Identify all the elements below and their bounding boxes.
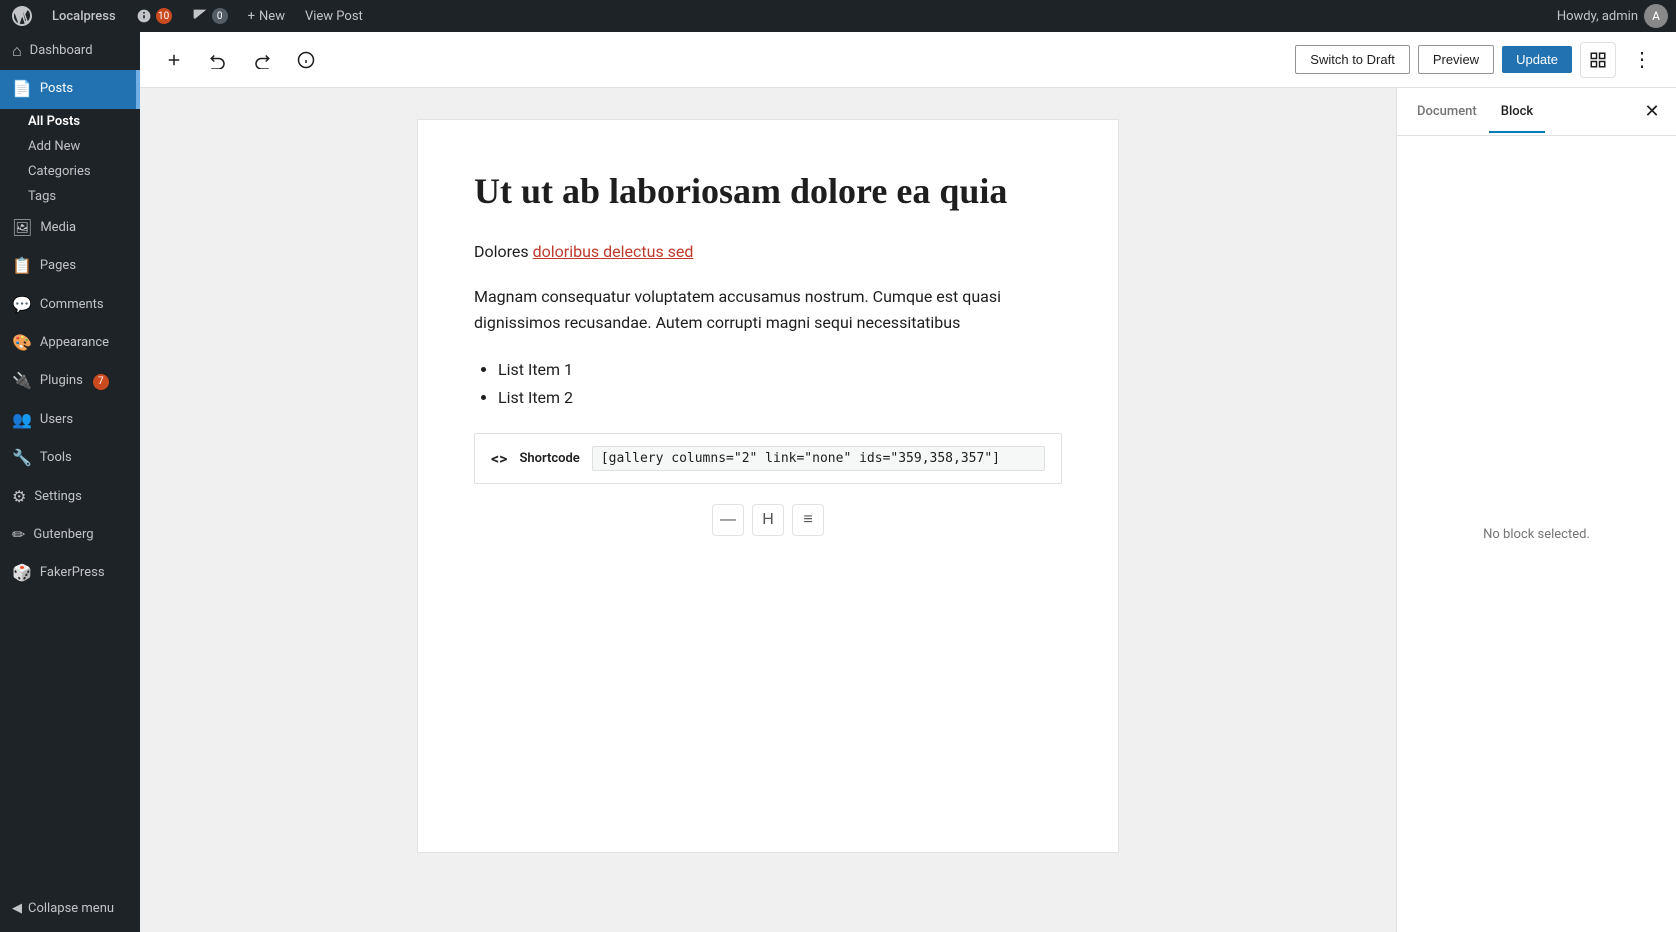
new-content-button[interactable]: + New <box>244 0 289 32</box>
preview-button[interactable]: Preview <box>1418 45 1494 74</box>
shortcode-label: Shortcode <box>519 451 579 466</box>
comments-count: 0 <box>212 8 228 24</box>
collapse-menu-button[interactable]: ◀ Collapse menu <box>0 893 140 924</box>
appearance-icon: 🎨 <box>12 332 32 354</box>
sidebar-item-media[interactable]: 🖼 Media <box>0 209 140 247</box>
sidebar-submenu-add-new[interactable]: Add New <box>28 134 140 159</box>
sidebar-item-tools[interactable]: 🔧 Tools <box>0 439 140 477</box>
list-item[interactable]: List Item 2 <box>498 384 1062 413</box>
shortcode-icon: <> <box>491 449 507 468</box>
plugins-icon: 🔌 <box>12 370 32 392</box>
switch-to-draft-button[interactable]: Switch to Draft <box>1295 45 1410 74</box>
panel-header: Document Block ✕ <box>1397 88 1676 136</box>
main-layout: ⌂ Dashboard 📄 Posts All Posts Add New Ca… <box>0 32 1676 932</box>
editor-and-panel: Ut ut ab laboriosam dolore ea quia Dolor… <box>140 88 1676 932</box>
tab-block[interactable]: Block <box>1489 92 1545 133</box>
shortcode-value[interactable]: [gallery columns="2" link="none" ids="35… <box>592 446 1045 471</box>
collapse-icon: ◀ <box>12 901 22 916</box>
fakerpress-icon: 🎲 <box>12 562 32 584</box>
sidebar-item-plugins[interactable]: 🔌 Plugins 7 <box>0 362 140 400</box>
block-heading-button[interactable]: H <box>752 504 784 536</box>
more-options-button[interactable]: ⋮ <box>1624 42 1660 78</box>
tab-document[interactable]: Document <box>1405 92 1489 133</box>
user-menu[interactable]: Howdy, admin A <box>1557 4 1668 28</box>
sidebar-item-comments[interactable]: 💬 Comments <box>0 286 140 324</box>
block-list-button[interactable]: ≡ <box>792 504 824 536</box>
settings-panel-button[interactable] <box>1580 42 1616 78</box>
panel-content: No block selected. <box>1397 136 1676 932</box>
block-dash-button[interactable]: — <box>712 504 744 536</box>
sidebar-submenu-all-posts[interactable]: All Posts <box>28 109 140 134</box>
sidebar: ⌂ Dashboard 📄 Posts All Posts Add New Ca… <box>0 32 140 932</box>
redo-button[interactable] <box>244 42 280 78</box>
sidebar-item-dashboard[interactable]: ⌂ Dashboard <box>0 32 140 70</box>
pages-icon: 📋 <box>12 255 32 277</box>
editor-wrapper: Switch to Draft Preview Update ⋮ Ut ut a… <box>140 32 1676 932</box>
plugins-badge: 7 <box>93 374 109 390</box>
sidebar-item-pages[interactable]: 📋 Pages <box>0 247 140 285</box>
updates-count: 10 <box>156 8 172 24</box>
tools-icon: 🔧 <box>12 447 32 469</box>
no-block-message: No block selected. <box>1483 527 1590 542</box>
post-list[interactable]: List Item 1 List Item 2 <box>498 356 1062 414</box>
admin-bar: Localpress 10 0 + New View Post Howdy, a… <box>0 0 1676 32</box>
sidebar-item-appearance[interactable]: 🎨 Appearance <box>0 324 140 362</box>
sidebar-item-fakerpress[interactable]: 🎲 FakerPress <box>0 554 140 592</box>
update-button[interactable]: Update <box>1502 46 1572 73</box>
wp-logo-button[interactable] <box>8 0 36 32</box>
list-item[interactable]: List Item 1 <box>498 356 1062 385</box>
sidebar-item-settings[interactable]: ⚙ Settings <box>0 478 140 516</box>
editor-canvas: Ut ut ab laboriosam dolore ea quia Dolor… <box>418 120 1118 852</box>
media-icon: 🖼 <box>12 217 32 239</box>
paragraph-1[interactable]: Dolores doloribus delectus sed <box>474 239 1062 265</box>
editor-toolbar: Switch to Draft Preview Update ⋮ <box>140 32 1676 88</box>
sidebar-item-users[interactable]: 👥 Users <box>0 401 140 439</box>
add-block-button[interactable] <box>156 42 192 78</box>
comments-icon: 💬 <box>12 294 32 316</box>
avatar: A <box>1644 4 1668 28</box>
sidebar-submenu-categories[interactable]: Categories <box>28 159 140 184</box>
panel-close-button[interactable]: ✕ <box>1636 96 1668 128</box>
posts-icon: 📄 <box>12 78 32 100</box>
site-name[interactable]: Localpress <box>48 0 120 32</box>
block-inserter-row: — H ≡ <box>474 504 1062 536</box>
posts-submenu: All Posts Add New Categories Tags <box>0 109 140 209</box>
gutenberg-icon: ✏ <box>12 524 25 546</box>
admin-bar-right: Howdy, admin A <box>1557 4 1668 28</box>
toolbar-right: Switch to Draft Preview Update ⋮ <box>1295 42 1660 78</box>
right-panel: Document Block ✕ No block selected. <box>1396 88 1676 932</box>
updates-button[interactable]: 10 <box>132 0 176 32</box>
editor-content[interactable]: Ut ut ab laboriosam dolore ea quia Dolor… <box>140 88 1396 932</box>
comments-button[interactable]: 0 <box>188 0 232 32</box>
post-title[interactable]: Ut ut ab laboriosam dolore ea quia <box>474 168 1062 215</box>
sidebar-submenu-tags[interactable]: Tags <box>28 184 140 209</box>
shortcode-block[interactable]: <> Shortcode [gallery columns="2" link="… <box>474 433 1062 484</box>
view-post-button[interactable]: View Post <box>301 0 367 32</box>
settings-icon: ⚙ <box>12 486 26 508</box>
undo-button[interactable] <box>200 42 236 78</box>
sidebar-item-gutenberg[interactable]: ✏ Gutenberg <box>0 516 140 554</box>
info-button[interactable] <box>288 42 324 78</box>
paragraph-2[interactable]: Magnam consequatur voluptatem accusamus … <box>474 284 1062 335</box>
paragraph-1-link[interactable]: doloribus delectus sed <box>533 242 694 261</box>
users-icon: 👥 <box>12 409 32 431</box>
sidebar-item-posts[interactable]: 📄 Posts <box>0 70 140 108</box>
dashboard-icon: ⌂ <box>12 40 22 62</box>
